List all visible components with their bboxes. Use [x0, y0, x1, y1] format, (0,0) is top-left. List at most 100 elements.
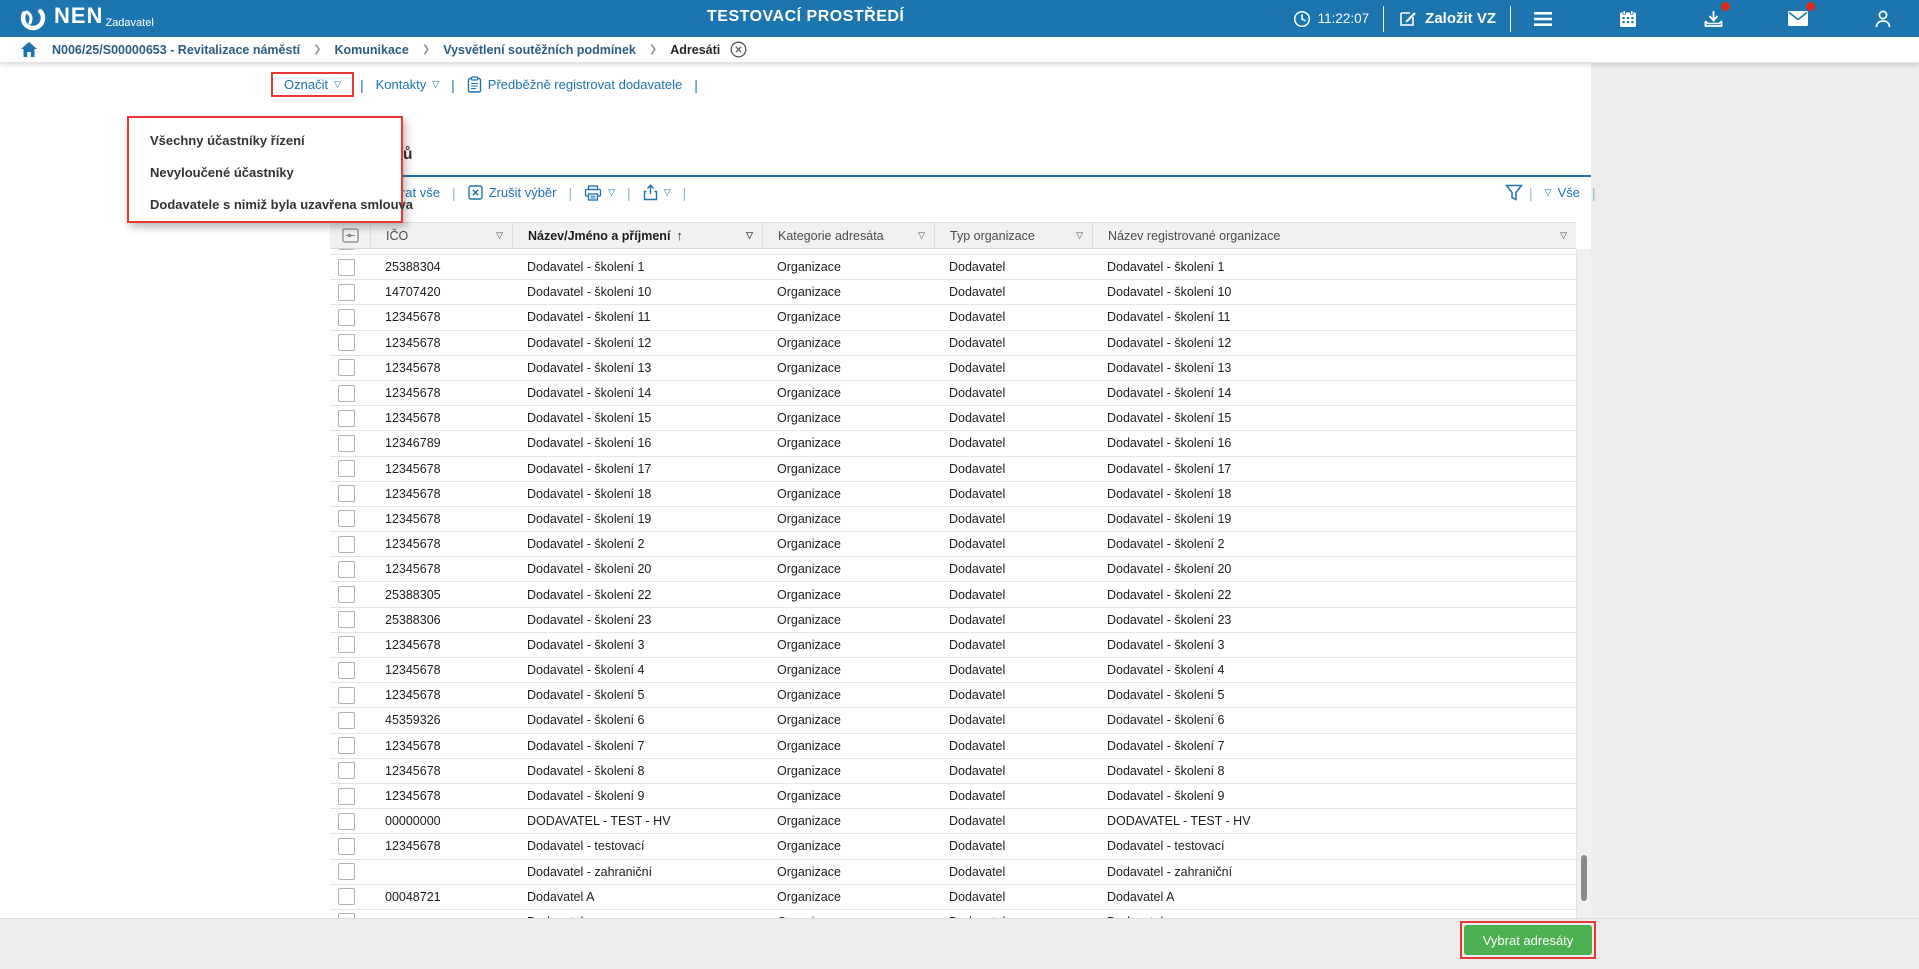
mark-dropdown-item[interactable]: Dodavatele s nimiž byla uzavřena smlouva [129, 189, 401, 221]
mark-dropdown-item[interactable]: Nevyloučené účastníky [129, 157, 401, 189]
column-filter-icon[interactable]: ▽ [496, 230, 503, 241]
table-cell: Dodavatel [934, 537, 1092, 551]
table-row[interactable]: Dodavatel …OrganizaceDodavatelDodavatel … [330, 910, 1576, 918]
user-profile-button[interactable] [1871, 7, 1895, 31]
app-logo[interactable]: NEN Zadavatel [18, 3, 154, 33]
column-header[interactable]: Typ organizace▽ [934, 223, 1092, 248]
table-row[interactable]: 12345678Dodavatel - školení 8OrganizaceD… [330, 759, 1576, 784]
downloads-button[interactable] [1701, 7, 1725, 31]
row-checkbox[interactable] [338, 838, 355, 855]
row-checkbox[interactable] [338, 863, 355, 880]
table-row[interactable]: 12345678Dodavatel - školení 7OrganizaceD… [330, 734, 1576, 759]
table-cell: Dodavatel - školení 13 [512, 361, 762, 375]
table-row[interactable]: 14707420Dodavatel - školení 10Organizace… [330, 280, 1576, 305]
row-checkbox-cell [330, 712, 370, 729]
row-checkbox[interactable] [338, 385, 355, 402]
column-header[interactable]: Název registrované organizace▽ [1092, 223, 1576, 248]
row-checkbox[interactable] [338, 662, 355, 679]
table-row[interactable]: 12345678Dodavatel - školení 15Organizace… [330, 406, 1576, 431]
table-row[interactable]: 12345678Dodavatel - školení 20Organizace… [330, 557, 1576, 582]
row-checkbox-cell [330, 284, 370, 301]
row-checkbox[interactable] [338, 611, 355, 628]
table-row[interactable]: 12345678Dodavatel - školení 5OrganizaceD… [330, 683, 1576, 708]
column-header[interactable]: Kategorie adresáta▽ [762, 223, 934, 248]
clear-selection-button[interactable]: Zrušit výběr [468, 185, 557, 200]
row-checkbox[interactable] [338, 913, 355, 918]
column-filter-icon[interactable]: ▽ [746, 230, 753, 241]
table-row[interactable]: Dodavatel - zahraničníOrganizaceDodavate… [330, 860, 1576, 885]
select-rows-header-cell[interactable] [330, 223, 370, 248]
table-row[interactable]: 45359326Dodavatel - školení 6OrganizaceD… [330, 708, 1576, 733]
table-row[interactable]: 25388304Dodavatel - školení 1OrganizaceD… [330, 255, 1576, 280]
row-checkbox[interactable] [338, 309, 355, 326]
row-checkbox[interactable] [338, 888, 355, 905]
row-checkbox[interactable] [338, 788, 355, 805]
export-button[interactable]: ▽ [643, 184, 671, 201]
row-checkbox[interactable] [338, 410, 355, 427]
table-row[interactable]: 12345678Dodavatel - školení 13Organizace… [330, 356, 1576, 381]
table-row[interactable]: 12345678Dodavatel - testovacíOrganizaceD… [330, 834, 1576, 859]
table-row[interactable]: 12345678Dodavatel - školení 11Organizace… [330, 305, 1576, 330]
row-checkbox[interactable] [338, 586, 355, 603]
column-filter-icon[interactable]: ▽ [1076, 230, 1083, 241]
row-checkbox[interactable] [338, 284, 355, 301]
row-checkbox[interactable] [338, 460, 355, 477]
column-filter-icon[interactable]: ▽ [1560, 230, 1567, 241]
table-row[interactable]: 12345678Dodavatel - školení 19Organizace… [330, 507, 1576, 532]
row-checkbox[interactable] [338, 259, 355, 276]
row-checkbox[interactable] [338, 536, 355, 553]
row-checkbox[interactable] [338, 737, 355, 754]
row-checkbox[interactable] [338, 435, 355, 452]
breadcrumb-item[interactable]: N006/25/S00000653 - Revitalizace náměstí [52, 43, 300, 57]
table-cell: Dodavatel [934, 411, 1092, 425]
row-checkbox[interactable] [338, 687, 355, 704]
row-checkbox[interactable] [338, 813, 355, 830]
table-scrollbar[interactable] [1576, 249, 1591, 918]
row-checkbox[interactable] [338, 249, 355, 250]
table-row[interactable]: 12345678Dodavatel - školení 18Organizace… [330, 482, 1576, 507]
row-checkbox[interactable] [338, 561, 355, 578]
row-checkbox[interactable] [338, 485, 355, 502]
filter-funnel-icon[interactable] [1505, 184, 1523, 201]
row-checkbox[interactable] [338, 359, 355, 376]
create-vz-button[interactable]: Založit VZ [1398, 9, 1496, 28]
table-row[interactable]: 12345678Dodavatel - školení 9OrganizaceD… [330, 784, 1576, 809]
column-header[interactable]: Název/Jméno a příjmení↑▽ [512, 223, 762, 248]
table-row[interactable]: 25388305Dodavatel - školení 22Organizace… [330, 582, 1576, 607]
contacts-menu-button[interactable]: Kontakty ▽ [376, 77, 440, 92]
mark-dropdown-item[interactable]: Všechny účastníky řízení [129, 125, 401, 157]
table-cell: Dodavatel [934, 462, 1092, 476]
table-row[interactable]: 12345678Dodavatel - školení 2OrganizaceD… [330, 532, 1576, 557]
scrollbar-thumb[interactable] [1581, 855, 1587, 901]
table-row[interactable]: 00048721Dodavatel AOrganizaceDodavatelDo… [330, 885, 1576, 910]
table-row[interactable]: 25388306Dodavatel - školení 23Organizace… [330, 608, 1576, 633]
select-addressees-button[interactable]: Vybrat adresáty [1464, 925, 1592, 955]
breadcrumb-item[interactable]: Komunikace [334, 43, 408, 57]
breadcrumb-item[interactable]: Adresáti [670, 43, 720, 57]
table-row[interactable]: 12345678Dodavatel - školení 3OrganizaceD… [330, 633, 1576, 658]
row-checkbox[interactable] [338, 334, 355, 351]
row-checkbox[interactable] [338, 510, 355, 527]
main-menu-button[interactable] [1531, 7, 1555, 31]
home-icon[interactable] [20, 41, 38, 58]
preregister-supplier-button[interactable]: Předběžně registrovat dodavatele [467, 76, 682, 93]
column-header[interactable]: IČO▽ [370, 223, 512, 248]
row-checkbox[interactable] [338, 636, 355, 653]
filter-preset-select[interactable]: ▽ Vše [1545, 185, 1580, 200]
table-row[interactable]: 12345678Dodavatel - školení 17Organizace… [330, 457, 1576, 482]
close-tab-icon[interactable] [730, 41, 747, 58]
breadcrumb-item[interactable]: Vysvětlení soutěžních podmínek [443, 43, 636, 57]
table-row[interactable]: 12345678Dodavatel - školení 12Organizace… [330, 331, 1576, 356]
table-row[interactable]: 12346789Dodavatel - školení 16Organizace… [330, 431, 1576, 456]
messages-button[interactable] [1786, 7, 1810, 31]
row-checkbox[interactable] [338, 762, 355, 779]
table-cell: 12345678 [370, 688, 512, 702]
table-row[interactable]: 12345678Dodavatel - školení 14Organizace… [330, 381, 1576, 406]
print-button[interactable]: ▽ [584, 185, 615, 201]
calendar-button[interactable] [1616, 7, 1640, 31]
table-row[interactable]: 00000000DODAVATEL - TEST - HVOrganizaceD… [330, 809, 1576, 834]
table-row[interactable]: 12345678Dodavatel - školení 4OrganizaceD… [330, 658, 1576, 683]
row-checkbox[interactable] [338, 712, 355, 729]
mark-menu-button[interactable]: Označit ▽ [271, 72, 354, 97]
column-filter-icon[interactable]: ▽ [918, 230, 925, 241]
